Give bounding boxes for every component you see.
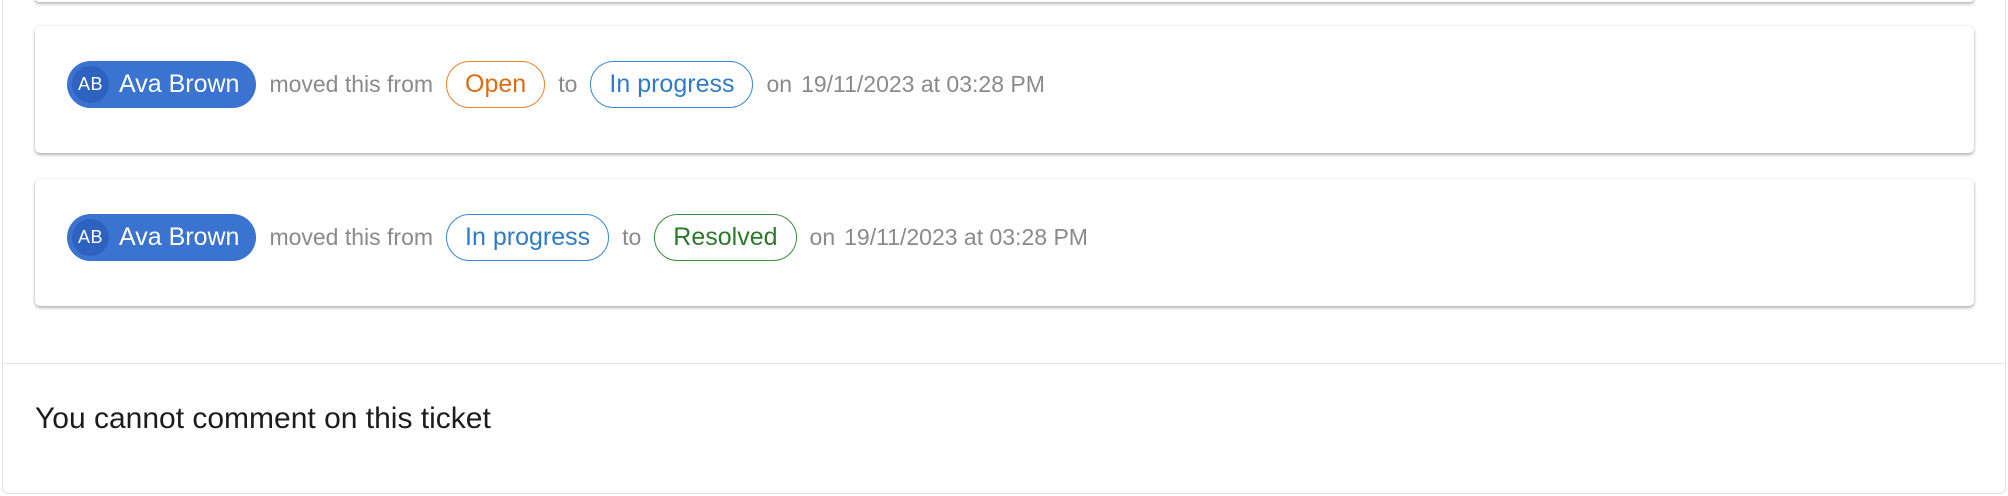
timestamp: 19/11/2023 at 03:28 PM — [801, 71, 1045, 97]
on-text: on — [766, 71, 793, 97]
user-chip[interactable]: AB Ava Brown — [67, 214, 257, 261]
from-status-badge: Open — [446, 61, 546, 108]
user-chip[interactable]: AB Ava Brown — [67, 61, 257, 108]
moved-text: moved this from — [269, 71, 434, 97]
user-name: Ava Brown — [119, 223, 240, 251]
to-text: to — [558, 71, 578, 97]
previous-history-card — [35, 0, 1974, 2]
footer-divider — [3, 363, 2005, 364]
to-status-badge: In progress — [590, 61, 754, 108]
history-entry: AB Ava Brown moved this from In progress… — [35, 179, 1974, 306]
on-text: on — [809, 224, 836, 250]
user-name: Ava Brown — [119, 70, 240, 98]
timestamp: 19/11/2023 at 03:28 PM — [844, 224, 1088, 250]
from-status-badge: In progress — [446, 214, 610, 261]
history-entry: AB Ava Brown moved this from Open to In … — [35, 26, 1974, 153]
avatar: AB — [72, 219, 109, 256]
moved-text: moved this from — [269, 224, 434, 250]
avatar: AB — [72, 66, 109, 103]
to-text: to — [622, 224, 642, 250]
comment-disabled-message: You cannot comment on this ticket — [35, 402, 491, 435]
to-status-badge: Resolved — [654, 214, 797, 261]
